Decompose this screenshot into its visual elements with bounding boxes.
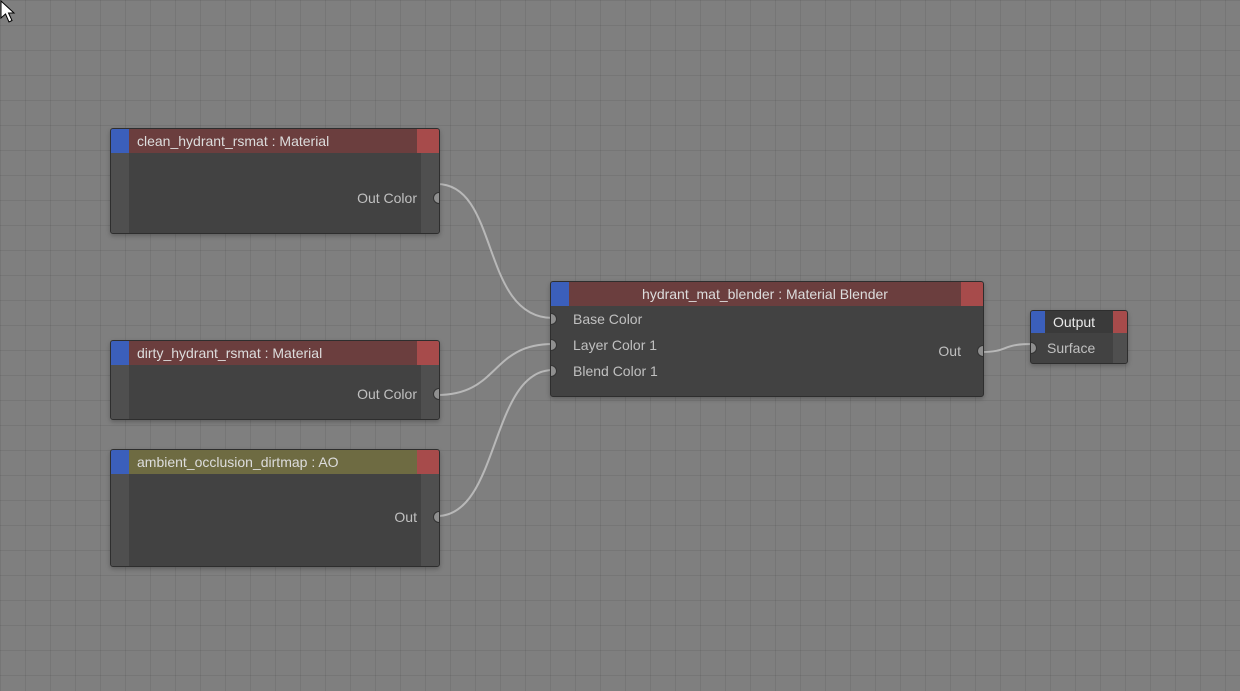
node-titlebar[interactable]: hydrant_mat_blender : Material Blender <box>551 282 983 306</box>
node-red-tab <box>417 341 439 365</box>
node-blue-tab <box>551 282 569 306</box>
node-hydrant-mat-blender[interactable]: hydrant_mat_blender : Material Blender B… <box>550 281 984 397</box>
port-point-icon[interactable] <box>433 388 440 400</box>
node-title: dirty_hydrant_rsmat : Material <box>129 341 417 365</box>
node-blue-tab <box>111 341 129 365</box>
input-port-row[interactable]: Surface <box>1031 337 1127 359</box>
node-output[interactable]: Output Surface <box>1030 310 1128 364</box>
input-port-row[interactable]: Base Color <box>551 306 983 332</box>
port-point-icon[interactable] <box>1030 342 1037 354</box>
node-title: ambient_occlusion_dirtmap : AO <box>129 450 417 474</box>
port-label: Layer Color 1 <box>573 337 657 353</box>
node-ambient-occlusion-dirtmap[interactable]: ambient_occlusion_dirtmap : AO Out <box>110 449 440 567</box>
port-point-icon[interactable] <box>977 345 984 357</box>
port-label: Out <box>394 509 417 525</box>
port-point-icon[interactable] <box>433 192 440 204</box>
port-label: Surface <box>1047 340 1095 356</box>
output-port-row[interactable]: Out <box>111 504 439 530</box>
port-label: Out Color <box>357 190 417 206</box>
node-title: hydrant_mat_blender : Material Blender <box>569 282 961 306</box>
output-port-row[interactable]: Out <box>903 338 983 364</box>
port-label: Out <box>938 343 961 359</box>
node-titlebar[interactable]: dirty_hydrant_rsmat : Material <box>111 341 439 365</box>
node-red-tab <box>961 282 983 306</box>
port-point-icon[interactable] <box>433 511 440 523</box>
port-point-icon[interactable] <box>550 365 557 377</box>
output-port-row[interactable]: Out Color <box>111 381 439 407</box>
node-titlebar[interactable]: clean_hydrant_rsmat : Material <box>111 129 439 153</box>
node-title: Output <box>1045 311 1113 333</box>
node-red-tab <box>417 450 439 474</box>
port-label: Base Color <box>573 311 642 327</box>
node-clean-hydrant-material[interactable]: clean_hydrant_rsmat : Material Out Color <box>110 128 440 234</box>
node-blue-tab <box>1031 311 1045 333</box>
port-label: Out Color <box>357 386 417 402</box>
node-blue-tab <box>111 450 129 474</box>
port-point-icon[interactable] <box>550 339 557 351</box>
node-titlebar[interactable]: Output <box>1031 311 1127 333</box>
node-title: clean_hydrant_rsmat : Material <box>129 129 417 153</box>
node-dirty-hydrant-material[interactable]: dirty_hydrant_rsmat : Material Out Color <box>110 340 440 420</box>
node-titlebar[interactable]: ambient_occlusion_dirtmap : AO <box>111 450 439 474</box>
node-blue-tab <box>111 129 129 153</box>
port-label: Blend Color 1 <box>573 363 658 379</box>
node-red-tab <box>417 129 439 153</box>
node-red-tab <box>1113 311 1127 333</box>
port-point-icon[interactable] <box>550 313 557 325</box>
output-port-row[interactable]: Out Color <box>111 185 439 211</box>
node-editor-canvas[interactable]: clean_hydrant_rsmat : Material Out Color… <box>0 0 1240 691</box>
